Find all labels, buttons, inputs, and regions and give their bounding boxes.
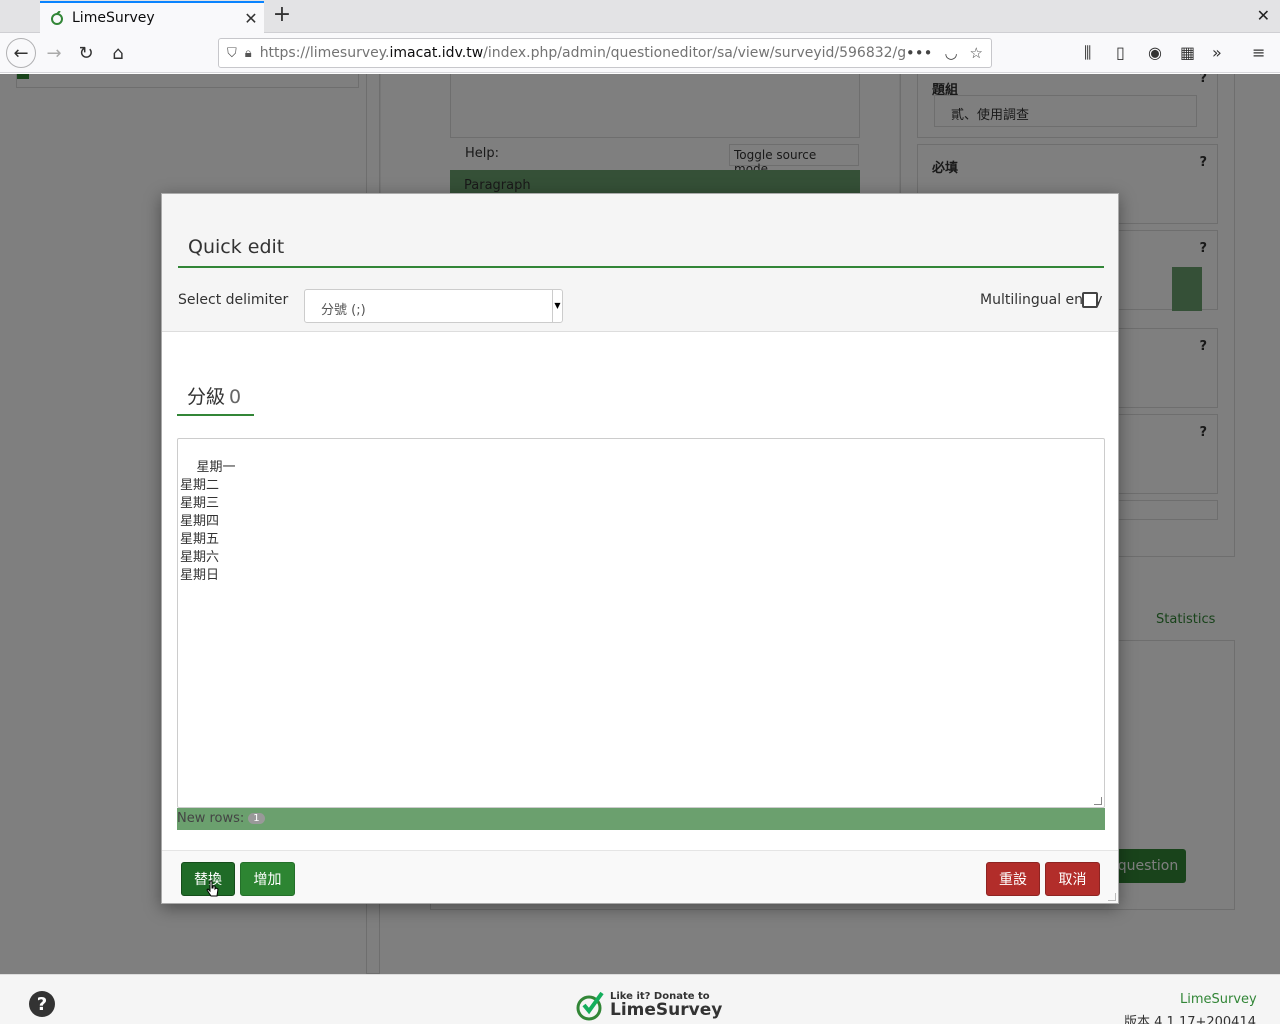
mouse-pointer-icon	[206, 880, 219, 897]
donate-line2: LimeSurvey	[610, 999, 723, 1020]
extensions-icon[interactable]: ▦	[1180, 43, 1195, 62]
version-text: 版本 4.1.17+200414	[1124, 1015, 1256, 1024]
page-footer: ? Like it? Donate to LimeSurvey LimeSurv…	[0, 974, 1280, 1024]
account-icon[interactable]: ◉	[1148, 43, 1162, 62]
modal-footer: 替換 增加 重設 取消	[162, 850, 1118, 903]
browser-tabbar: LimeSurvey ✕ + ✕	[0, 0, 1280, 33]
add-label: 增加	[253, 872, 282, 888]
sidebar-icon[interactable]: ▯	[1116, 43, 1125, 62]
tab-close-icon[interactable]: ✕	[238, 9, 264, 28]
library-icon[interactable]: ⫼	[1084, 43, 1091, 63]
home-icon[interactable]: ⌂	[104, 39, 132, 67]
reset-label: 重設	[999, 872, 1027, 888]
reload-icon[interactable]: ↻	[72, 39, 100, 67]
tab-language[interactable]: 分級 0	[177, 378, 254, 416]
new-rows-badge: 1	[248, 813, 265, 824]
multilingual-checkbox[interactable]	[1082, 292, 1098, 308]
limesurvey-favicon-icon	[51, 11, 63, 25]
browser-navbar: ← → ↻ ⌂ ⛉ 🔒︎ https://limesurvey.imacat.i…	[0, 33, 1280, 73]
modal-resize-icon[interactable]	[1108, 893, 1116, 901]
quick-edit-content: 星期一 星期二 星期三 星期四 星期五 星期六 星期日	[180, 460, 236, 583]
brand-link[interactable]: LimeSurvey	[1180, 992, 1257, 1007]
window-close-icon[interactable]: ✕	[1257, 6, 1270, 25]
add-button[interactable]: 增加	[240, 862, 295, 896]
tab-title: LimeSurvey	[72, 10, 155, 26]
new-rows-label: New rows:	[177, 811, 245, 826]
browser-tab[interactable]: LimeSurvey ✕	[40, 1, 264, 33]
cancel-button[interactable]: 取消	[1045, 862, 1100, 896]
modal-title: Quick edit	[178, 226, 1104, 268]
bookmark-star-icon[interactable]: ☆	[970, 44, 983, 62]
url-domain: imacat.idv.tw	[389, 45, 484, 61]
reset-button[interactable]: 重設	[986, 862, 1040, 896]
help-circle-icon[interactable]: ?	[29, 991, 55, 1017]
resize-grip-icon[interactable]	[1094, 797, 1102, 805]
chevron-down-icon: ▼	[552, 290, 562, 322]
forward-arrow-icon[interactable]: →	[40, 39, 68, 67]
donate-logo[interactable]: Like it? Donate to LimeSurvey	[576, 989, 722, 1021]
delimiter-value: 分號 (;)	[321, 303, 366, 318]
url-path: /index.php/admin/questioneditor/sa/view/…	[483, 45, 906, 61]
overflow-chevrons-icon[interactable]: »	[1212, 43, 1222, 62]
url-text[interactable]: https://limesurvey.imacat.idv.tw/index.p…	[260, 45, 906, 61]
modal-header: Quick edit Select delimiter 分號 (;) ▼ Mul…	[162, 194, 1118, 332]
delimiter-label: Select delimiter	[178, 292, 289, 308]
quick-edit-textarea[interactable]: 星期一 星期二 星期三 星期四 星期五 星期六 星期日	[177, 438, 1105, 808]
url-prefix: https://limesurvey.	[259, 45, 390, 61]
new-rows-bar: New rows: 1	[177, 808, 1105, 830]
new-tab-icon[interactable]: +	[270, 4, 294, 28]
quick-edit-modal: Quick edit Select delimiter 分號 (;) ▼ Mul…	[161, 193, 1119, 904]
url-bar[interactable]: ⛉ 🔒︎ https://limesurvey.imacat.idv.tw/in…	[218, 38, 992, 68]
back-arrow-icon[interactable]: ←	[6, 38, 36, 68]
lock-icon: 🔒︎	[244, 45, 252, 61]
page-actions-icon[interactable]: •••	[906, 44, 933, 62]
pocket-icon[interactable]: ◡	[944, 44, 957, 62]
shield-icon: ⛉	[227, 45, 237, 61]
tab-language-label: 分級	[187, 386, 226, 408]
delimiter-select[interactable]: 分號 (;) ▼	[304, 289, 563, 323]
menu-hamburger-icon[interactable]: ≡	[1252, 43, 1265, 62]
tab-language-count: 0	[229, 386, 242, 408]
cancel-label: 取消	[1058, 872, 1087, 888]
limesurvey-logo-icon	[576, 991, 604, 1021]
